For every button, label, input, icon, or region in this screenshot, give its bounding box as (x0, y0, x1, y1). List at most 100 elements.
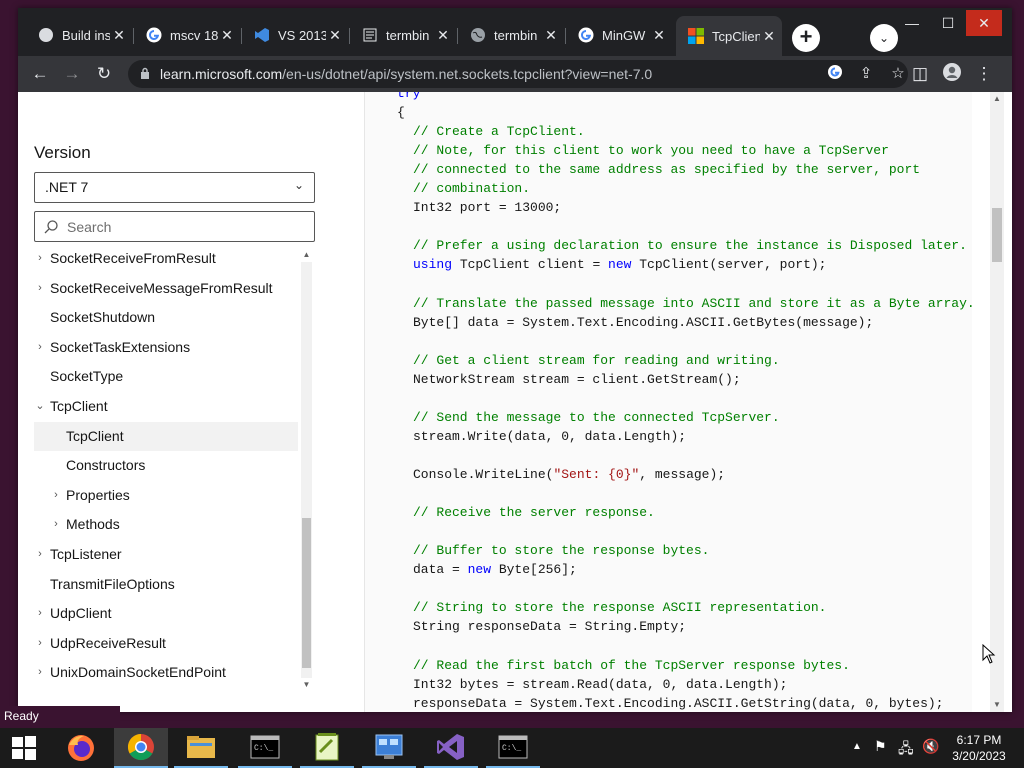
toc-scroll-thumb[interactable] (302, 518, 311, 668)
chevron-right-icon[interactable]: › (34, 540, 46, 569)
tab-3[interactable]: VS 2013 ✕ (242, 20, 348, 50)
tab-6[interactable]: MinGW ✕ (566, 20, 672, 50)
forward-button[interactable]: → (60, 62, 84, 86)
taskbar-file-explorer[interactable] (174, 728, 228, 768)
folder-icon (187, 736, 215, 758)
toc-item[interactable]: › SocketReceiveMessageFromResult (34, 274, 298, 303)
chevron-right-icon[interactable]: › (34, 658, 46, 687)
reload-button[interactable]: ↻ (92, 62, 116, 86)
back-button[interactable]: ← (28, 62, 52, 86)
chevron-down-icon[interactable]: ⌄ (34, 392, 46, 421)
toc-item-label: SocketTaskExtensions (50, 339, 191, 355)
scroll-down-arrow-icon[interactable]: ▼ (300, 680, 313, 689)
code-token: // String to store the response ASCII re… (413, 600, 827, 615)
profile-avatar-icon[interactable] (940, 62, 964, 86)
toc-item-label: Properties (66, 487, 130, 503)
minimize-button[interactable]: — (894, 10, 930, 36)
code-token: Byte[256]; (491, 562, 577, 577)
taskbar-notepad-plus[interactable] (300, 728, 354, 768)
bookmark-star-icon[interactable]: ☆ (888, 64, 908, 84)
tab-1[interactable]: Build ins ✕ (26, 20, 132, 50)
chevron-up-icon[interactable]: ▲ (852, 741, 862, 752)
toc-item[interactable]: ⌄ TcpClient (34, 392, 298, 421)
tab-4[interactable]: termbin ✕ (350, 20, 456, 50)
toc-item[interactable]: TcpClient (34, 422, 298, 451)
flag-icon[interactable]: ⚑ (874, 738, 887, 755)
close-window-button[interactable]: ✕ (966, 10, 1002, 36)
start-button[interactable] (0, 728, 48, 768)
tab-7[interactable]: TcpClien ✕ (676, 16, 782, 56)
chevron-right-icon[interactable]: › (34, 333, 46, 362)
address-bar[interactable]: learn.microsoft.com/en-us/dotnet/api/sys… (128, 60, 908, 88)
chevron-right-icon[interactable]: › (50, 510, 62, 539)
google-lens-icon[interactable] (825, 64, 845, 84)
scroll-up-arrow-icon[interactable]: ▲ (300, 250, 313, 259)
toc-item[interactable]: TransmitFileOptions (34, 570, 298, 599)
taskbar-clock[interactable]: 6:17 PM 3/20/2023 (946, 732, 1012, 764)
toc-item[interactable]: › SocketTaskExtensions (34, 333, 298, 362)
version-heading: Version (34, 143, 91, 162)
toc-item[interactable]: › UdpReceiveResult (34, 629, 298, 658)
tab-close-icon[interactable]: ✕ (760, 28, 778, 45)
lock-icon[interactable] (140, 67, 150, 79)
code-line: // Send the message to the connected Tcp… (413, 410, 780, 425)
network-icon[interactable]: 🖧 (898, 738, 914, 762)
taskbar-firefox[interactable] (54, 728, 108, 768)
toc-search-input[interactable]: Search (34, 211, 315, 242)
tab-close-icon[interactable]: ✕ (110, 27, 128, 44)
code-line: // Prefer a using declaration to ensure … (413, 238, 967, 253)
new-tab-button[interactable]: + (792, 24, 820, 52)
tab-close-icon[interactable]: ✕ (650, 27, 668, 44)
toc-item[interactable]: SocketShutdown (34, 303, 298, 332)
chevron-right-icon[interactable]: › (34, 599, 46, 628)
mouse-cursor-icon (982, 644, 996, 664)
search-placeholder: Search (67, 219, 112, 235)
page-scrollbar[interactable]: ▲ ▼ (990, 92, 1004, 712)
side-panel-icon[interactable]: ◫ (908, 62, 932, 86)
taskbar-chrome[interactable] (114, 728, 168, 768)
tab-close-icon[interactable]: ✕ (218, 27, 236, 44)
toc-item[interactable]: › SocketReceiveFromResult (34, 244, 298, 273)
tab-close-icon[interactable]: ✕ (434, 27, 452, 44)
vs-icon (254, 27, 270, 43)
tab-close-icon[interactable]: ✕ (326, 27, 344, 44)
code-line: // Get a client stream for reading and w… (413, 353, 780, 368)
tab-5[interactable]: termbin ✕ (458, 20, 564, 50)
chevron-right-icon[interactable]: › (34, 274, 46, 303)
browser-menu-icon[interactable]: ⋮ (972, 62, 996, 86)
taskbar-terminal[interactable]: C:\_ (238, 728, 292, 768)
version-select[interactable]: .NET 7 ⌄ (34, 172, 315, 203)
code-line: Console.WriteLine("Sent: {0}", message); (413, 467, 725, 482)
toc-item[interactable]: › UnixDomainSocketEndPoint (34, 658, 298, 687)
toc-item[interactable]: › UdpClient (34, 599, 298, 628)
toc-item[interactable]: › Methods (34, 510, 298, 539)
taskbar-terminal-2[interactable]: C:\_ (486, 728, 540, 768)
toc-item-label: TcpClient (66, 428, 124, 444)
taskbar-visual-studio[interactable] (424, 728, 478, 768)
toc-item[interactable]: › TcpListener (34, 540, 298, 569)
page-scroll-thumb[interactable] (992, 208, 1002, 262)
chevron-right-icon[interactable]: › (34, 244, 46, 273)
url-text[interactable]: learn.microsoft.com/en-us/dotnet/api/sys… (160, 66, 652, 82)
toc-item-label: Methods (66, 516, 120, 532)
toc-item[interactable]: › Properties (34, 481, 298, 510)
code-line: try (397, 92, 420, 101)
maximize-button[interactable]: ☐ (930, 10, 966, 36)
toc-item[interactable]: Constructors (34, 451, 298, 480)
toc-item[interactable]: SocketType (34, 362, 298, 391)
tab-close-icon[interactable]: ✕ (542, 27, 560, 44)
tab-2[interactable]: mscv 18 ✕ (134, 20, 240, 50)
chevron-right-icon[interactable]: › (34, 629, 46, 658)
code-token: // Buffer to store the response bytes. (413, 543, 710, 558)
taskbar-control-panel[interactable] (362, 728, 416, 768)
chevron-right-icon[interactable]: › (50, 481, 62, 510)
volume-muted-icon[interactable]: 🔇 (922, 738, 939, 755)
page-scroll-down-icon[interactable]: ▼ (990, 700, 1004, 709)
control-panel-icon (375, 734, 403, 759)
toc-scrollbar[interactable]: ▲ ▼ (300, 250, 313, 690)
code-token: // combination. (413, 181, 531, 196)
code-line: stream.Write(data, 0, data.Length); (413, 429, 686, 444)
toc-item-label: SocketReceiveFromResult (50, 250, 216, 266)
share-icon[interactable]: ⇪ (856, 64, 876, 84)
page-scroll-up-icon[interactable]: ▲ (990, 94, 1004, 103)
